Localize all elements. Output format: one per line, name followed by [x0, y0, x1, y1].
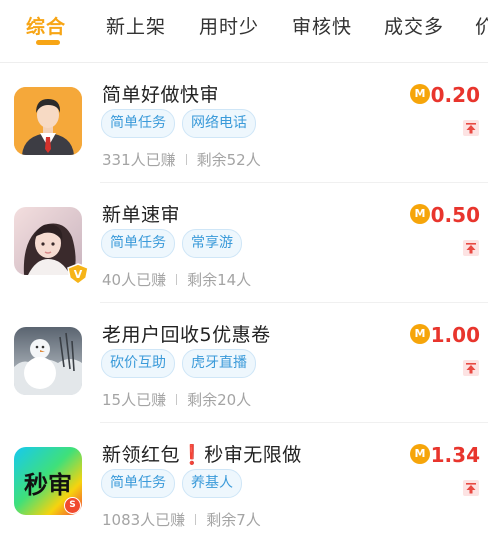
remaining-count: 剩余52人 [196, 151, 261, 169]
svg-text:V: V [74, 268, 83, 281]
stats-separator [195, 514, 197, 525]
task-title: 老用户回收5优惠卷 [102, 324, 271, 346]
task-stats: 40人已赚 剩余14人 [102, 269, 251, 290]
task-tag: 常享游 [182, 229, 242, 258]
remaining-count: 剩余14人 [187, 271, 252, 289]
task-tags: 砍价互助 虎牙直播 [101, 349, 263, 379]
tab-new[interactable]: 新上架 [106, 12, 166, 39]
title-part: 新领红包 [102, 444, 181, 466]
earned-count: 40人已赚 [102, 271, 167, 289]
avatar-badge: S [64, 497, 81, 514]
coin-icon: M [410, 324, 430, 344]
task-title: 新领红包❗秒审无限做 [102, 440, 302, 467]
tab-less-time[interactable]: 用时少 [199, 12, 259, 39]
task-tags: 简单任务 养基人 [101, 469, 249, 499]
task-stats: 15人已赚 剩余20人 [102, 389, 251, 410]
task-price: 0.50 [430, 203, 480, 227]
task-item[interactable]: 老用户回收5优惠卷 砍价互助 虎牙直播 15人已赚 剩余20人 M 1.00 [0, 303, 488, 423]
tab-price[interactable]: 价 [475, 12, 488, 39]
coin-icon: M [410, 204, 430, 224]
task-tag: 砍价互助 [101, 349, 175, 378]
task-tags: 简单任务 网络电话 [101, 109, 263, 139]
task-tag: 简单任务 [101, 109, 175, 138]
task-avatar [14, 327, 82, 395]
task-avatar: 秒审 S [14, 447, 82, 515]
pin-top-icon[interactable] [463, 120, 479, 136]
earned-count: 331人已赚 [102, 151, 176, 169]
task-item[interactable]: 秒审 S 新领红包❗秒审无限做 简单任务 养基人 1083人已赚 剩余7人 M 1.… [0, 423, 488, 543]
stats-separator [176, 394, 178, 405]
coin-icon: M [410, 444, 430, 464]
stats-separator [185, 154, 187, 165]
title-part: 秒审无限做 [204, 444, 302, 466]
task-price: 0.20 [430, 83, 480, 107]
pin-top-icon[interactable] [463, 360, 479, 376]
tab-most-deals[interactable]: 成交多 [384, 12, 444, 39]
task-tag: 虎牙直播 [182, 349, 256, 378]
task-tag: 简单任务 [101, 469, 175, 498]
tab-fast-review[interactable]: 审核快 [292, 12, 352, 39]
task-title: 新单速审 [102, 204, 181, 226]
active-tab-indicator [36, 40, 60, 45]
task-item[interactable]: 简单好做快审 简单任务 网络电话 331人已赚 剩余52人 M 0.20 [0, 63, 488, 183]
earned-count: 1083人已赚 [102, 511, 186, 529]
pin-top-icon[interactable] [463, 240, 479, 256]
earned-count: 15人已赚 [102, 391, 167, 409]
task-title: 简单好做快审 [102, 84, 220, 106]
task-avatar [14, 87, 82, 155]
tab-overall[interactable]: 综合 [26, 12, 66, 39]
task-tag: 养基人 [182, 469, 242, 498]
avatar-text: 秒审 [24, 471, 72, 499]
pin-top-icon[interactable] [463, 480, 479, 496]
task-stats: 1083人已赚 剩余7人 [102, 509, 261, 530]
task-item[interactable]: V 新单速审 简单任务 常享游 40人已赚 剩余14人 M 0.50 [0, 183, 488, 303]
remaining-count: 剩余20人 [187, 391, 252, 409]
category-tabs: 综合 新上架 用时少 审核快 成交多 价 [0, 0, 488, 62]
task-stats: 331人已赚 剩余52人 [102, 149, 261, 170]
task-price: 1.00 [430, 323, 480, 347]
task-tag: 简单任务 [101, 229, 175, 258]
stats-separator [176, 274, 178, 285]
task-tag: 网络电话 [182, 109, 256, 138]
coin-icon: M [410, 84, 430, 104]
task-tags: 简单任务 常享游 [101, 229, 249, 259]
exclamation-icon: ❗ [180, 444, 205, 466]
remaining-count: 剩余7人 [206, 511, 261, 529]
task-price: 1.34 [430, 443, 480, 467]
verified-badge-icon: V [67, 263, 89, 285]
